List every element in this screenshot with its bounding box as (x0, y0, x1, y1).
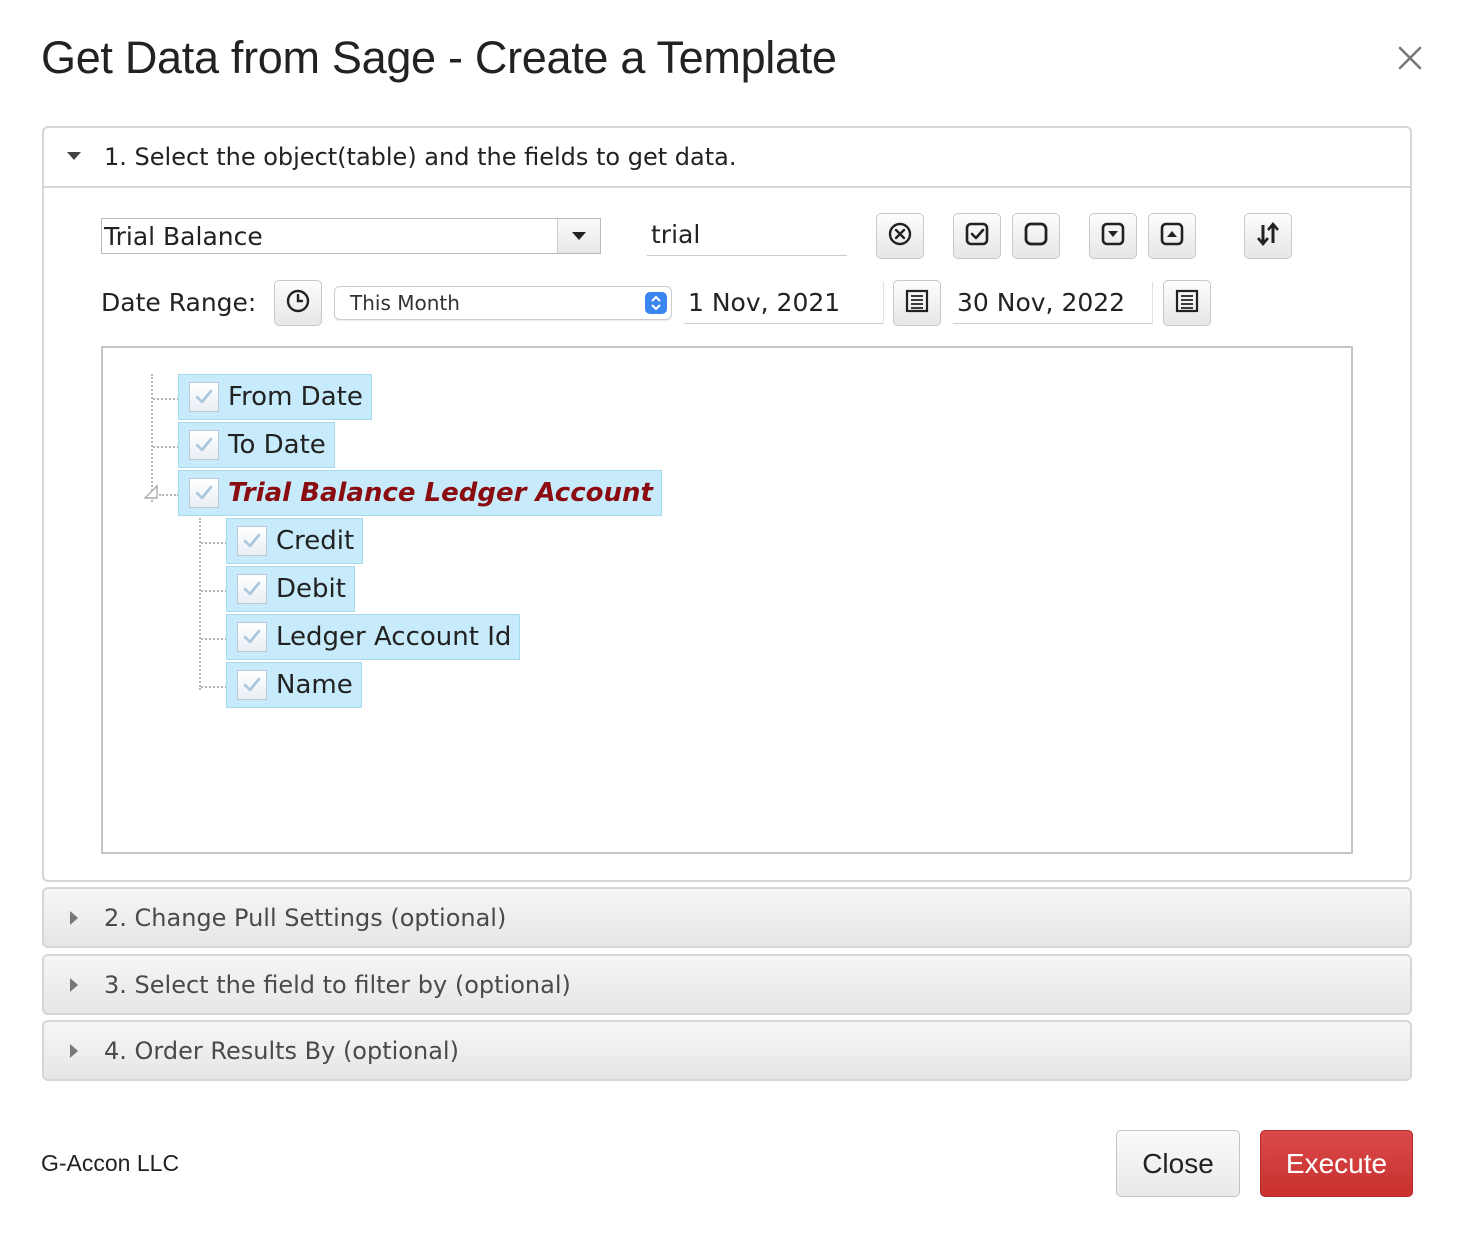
tree-node-label: From Date (228, 382, 363, 412)
to-date-calendar-button[interactable] (1163, 280, 1211, 326)
period-select[interactable]: This Month (334, 286, 672, 320)
tree-connector (153, 398, 179, 400)
collapse-all-button[interactable] (1148, 213, 1196, 259)
select-spinner-icon (645, 292, 667, 314)
tree-connector (153, 446, 179, 448)
date-range-label: Date Range: (101, 288, 257, 317)
clock-icon (285, 288, 311, 318)
from-date-input[interactable] (684, 282, 884, 324)
tree-node-to-date[interactable]: To Date (178, 422, 335, 468)
tree-connector (201, 638, 227, 640)
checkbox-checked-icon[interactable] (237, 622, 267, 652)
section-4-header[interactable]: 4. Order Results By (optional) (42, 1020, 1412, 1081)
company-name: G-Accon LLC (41, 1150, 180, 1176)
sort-button[interactable] (1244, 213, 1292, 259)
tree-node-name[interactable]: Name (226, 662, 362, 708)
checkbox-checked-icon[interactable] (189, 478, 219, 508)
close-button[interactable]: Close (1116, 1130, 1240, 1197)
tree-node-credit[interactable]: Credit (226, 518, 364, 564)
clear-search-button[interactable] (876, 213, 924, 259)
tree-node-label: Name (276, 670, 353, 700)
calendar-icon (904, 288, 930, 318)
expand-all-icon (1100, 221, 1126, 251)
execute-button[interactable]: Execute (1260, 1130, 1413, 1197)
uncheck-all-icon (1023, 221, 1049, 251)
tree-connector (201, 686, 227, 688)
tree-node-from-date[interactable]: From Date (178, 374, 372, 420)
check-all-button[interactable] (953, 213, 1001, 259)
uncheck-all-button[interactable] (1012, 213, 1060, 259)
tree-node-label: Credit (276, 526, 355, 556)
collapse-all-icon (1159, 221, 1185, 251)
tree-node-trial-balance-ledger-account[interactable]: Trial Balance Ledger Account (178, 470, 662, 516)
chevron-down-icon[interactable] (557, 219, 600, 253)
close-icon[interactable] (1392, 40, 1428, 76)
tree-node-label: Debit (276, 574, 346, 604)
calendar-icon (1174, 288, 1200, 318)
section-4-label: 4. Order Results By (optional) (104, 1036, 459, 1065)
tree-connector (159, 494, 179, 496)
from-date-calendar-button[interactable] (893, 280, 941, 326)
tree-connector (201, 590, 227, 592)
object-select[interactable]: Trial Balance (101, 218, 601, 254)
section-1-header[interactable]: 1. Select the object(table) and the fiel… (44, 128, 1410, 188)
section-1-label: 1. Select the object(table) and the fiel… (104, 143, 737, 171)
triangle-right-icon (44, 1043, 104, 1058)
checkbox-checked-icon[interactable] (189, 382, 219, 412)
triangle-right-icon (44, 910, 104, 925)
checkbox-checked-icon[interactable] (237, 526, 267, 556)
checkbox-checked-icon[interactable] (237, 574, 267, 604)
expand-all-button[interactable] (1089, 213, 1137, 259)
tree-node-debit[interactable]: Debit (226, 566, 355, 612)
tree-node-label: Trial Balance Ledger Account (228, 478, 653, 508)
tree-node-label: To Date (228, 430, 326, 460)
tree-node-label: Ledger Account Id (276, 622, 512, 652)
section-2-header[interactable]: 2. Change Pull Settings (optional) (42, 887, 1412, 948)
section-3-header[interactable]: 3. Select the field to filter by (option… (42, 954, 1412, 1015)
triangle-down-icon (44, 152, 104, 162)
field-tree: From Date To Date Trial Balance Ledger A… (101, 346, 1353, 854)
checkbox-checked-icon[interactable] (237, 670, 267, 700)
dialog-title: Get Data from Sage - Create a Template (41, 32, 837, 83)
date-mode-button[interactable] (274, 280, 322, 326)
period-select-value: This Month (350, 291, 460, 315)
sort-icon (1254, 220, 1282, 252)
object-select-value: Trial Balance (104, 221, 263, 251)
checkbox-checked-icon[interactable] (189, 430, 219, 460)
tree-connector (151, 374, 153, 502)
check-all-icon (964, 221, 990, 251)
clear-search-icon (887, 221, 913, 251)
collapse-toggle-icon[interactable] (143, 484, 159, 504)
field-search-input[interactable] (647, 214, 847, 256)
section-3-label: 3. Select the field to filter by (option… (104, 970, 571, 999)
tree-node-ledger-account-id[interactable]: Ledger Account Id (226, 614, 521, 660)
triangle-right-icon (44, 977, 104, 992)
to-date-input[interactable] (953, 282, 1153, 324)
section-2-label: 2. Change Pull Settings (optional) (104, 903, 507, 932)
tree-connector (201, 542, 227, 544)
